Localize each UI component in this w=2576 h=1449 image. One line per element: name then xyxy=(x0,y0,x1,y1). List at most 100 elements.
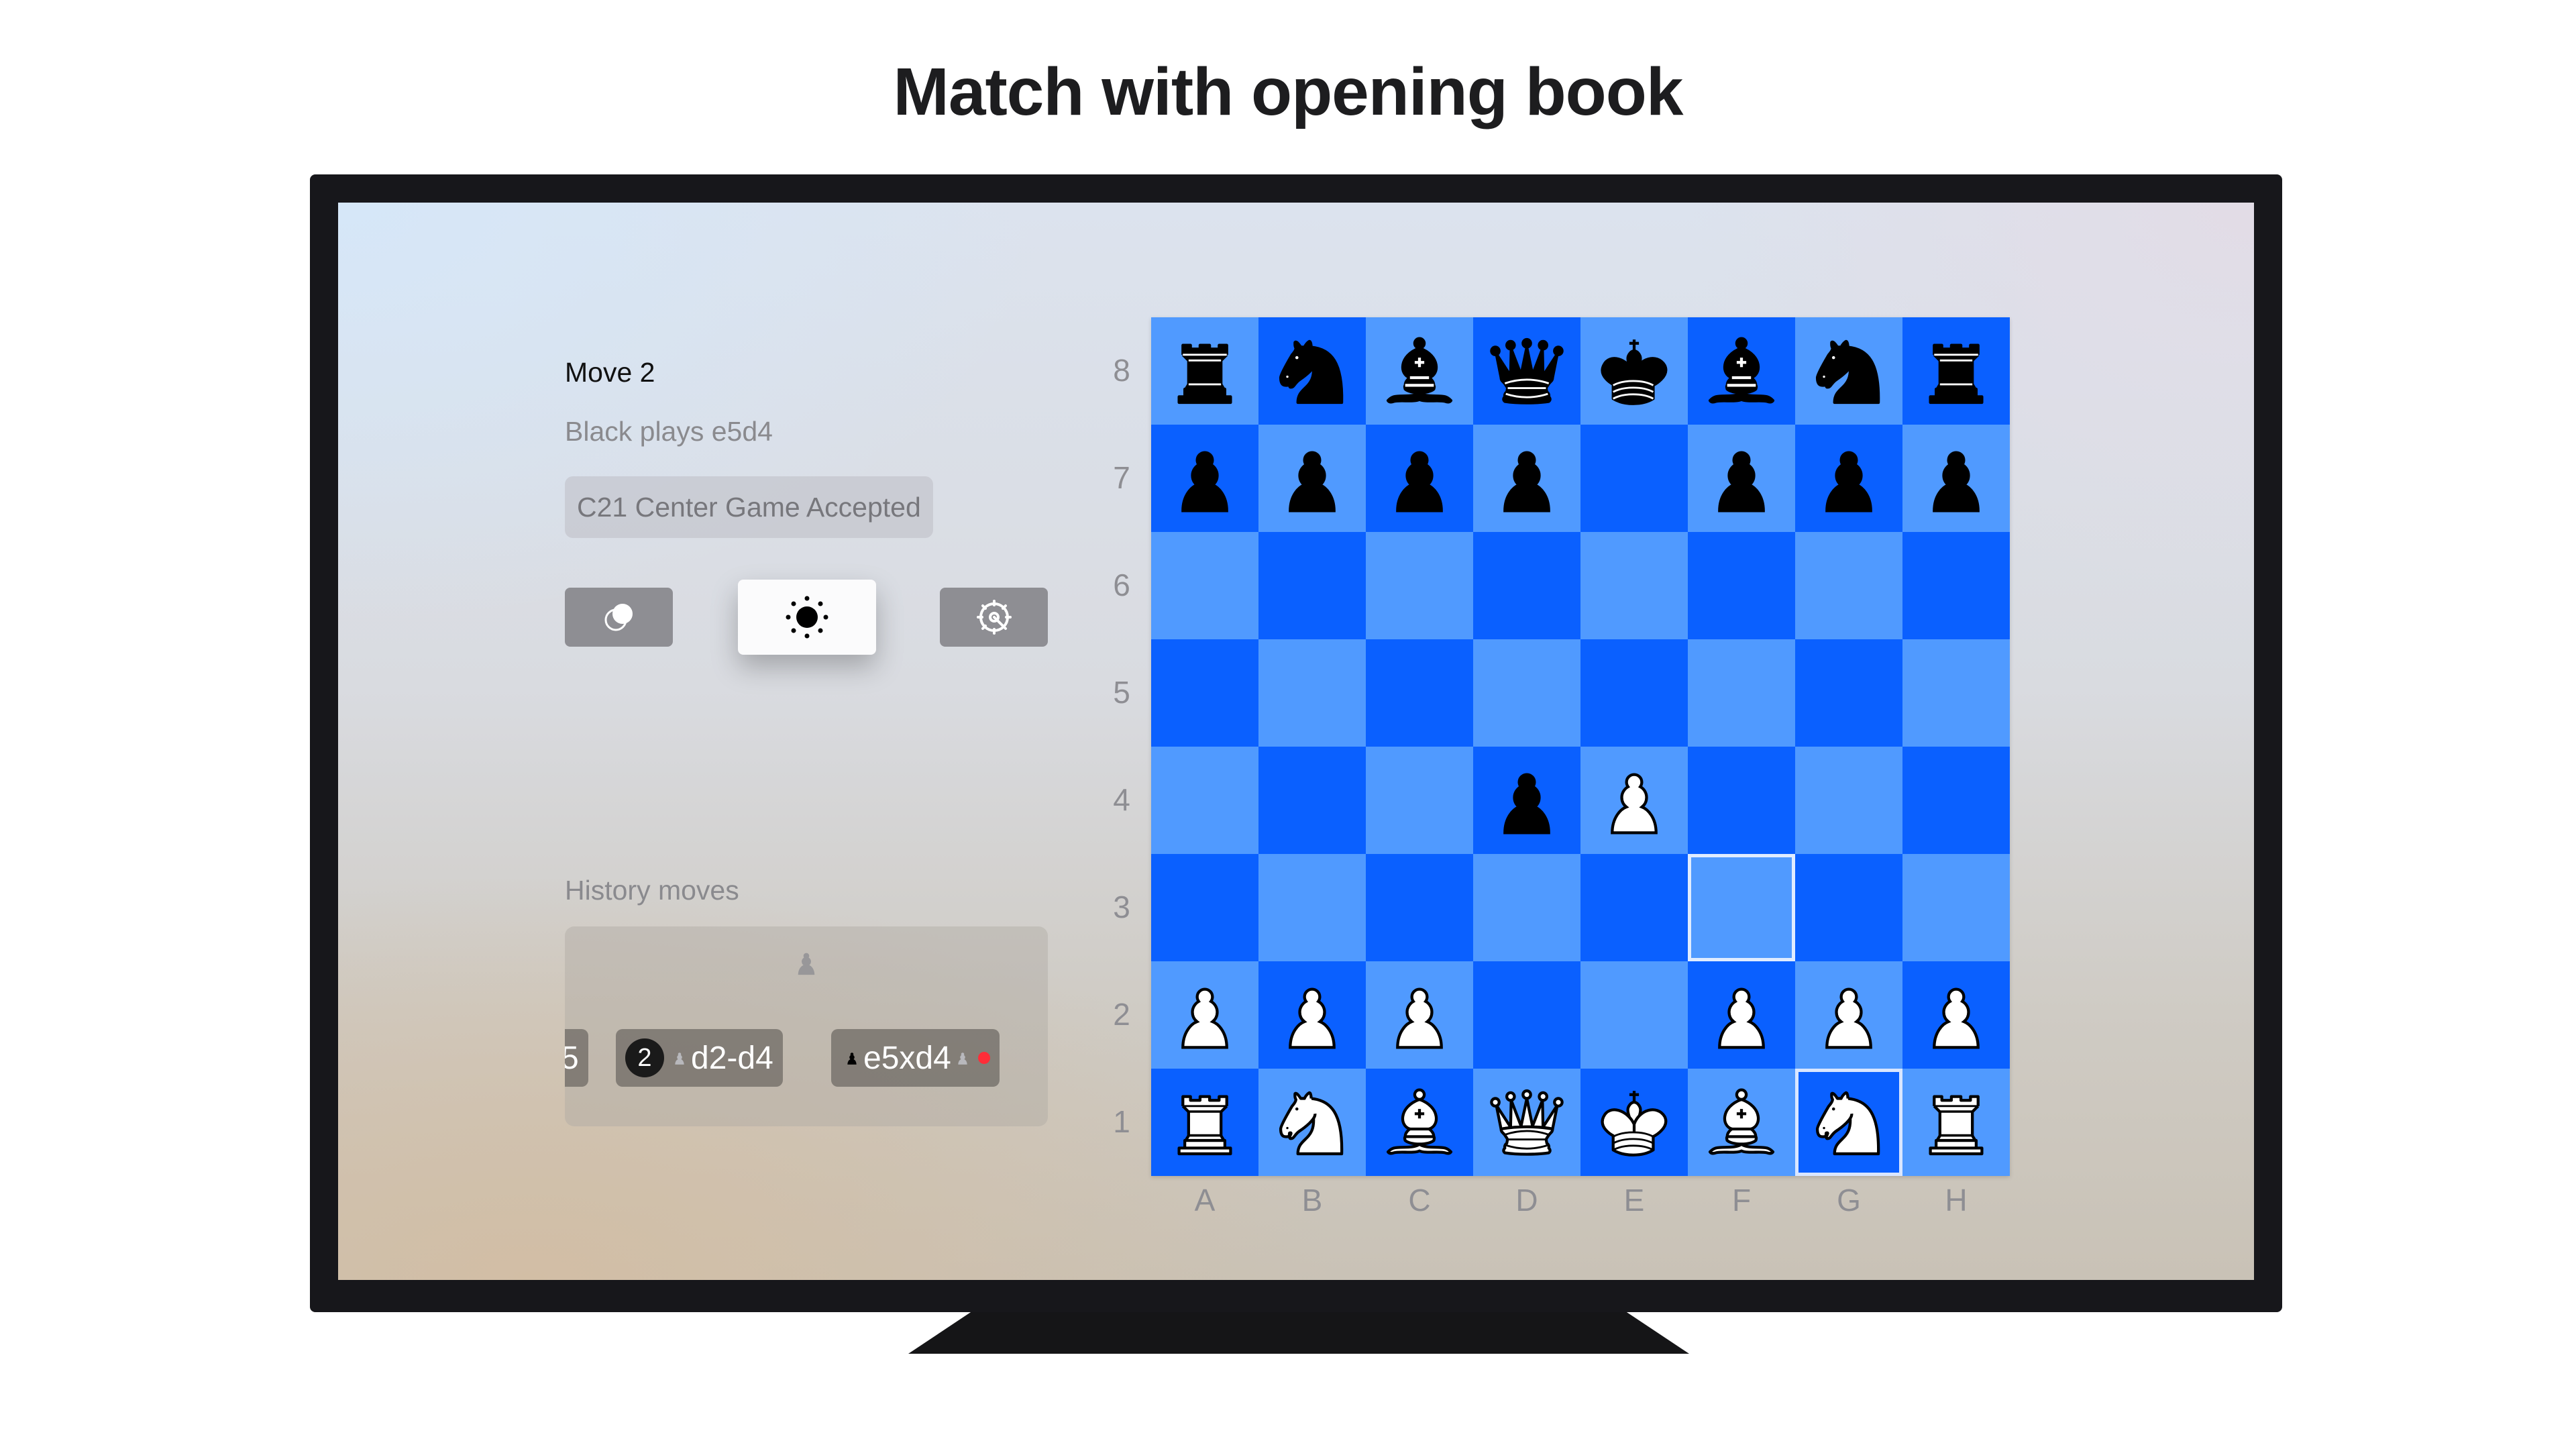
square-d1[interactable] xyxy=(1473,1069,1580,1176)
square-b8[interactable] xyxy=(1258,317,1366,425)
captured-pawn-icon xyxy=(958,1053,967,1065)
rank-label: 2 xyxy=(1113,997,1130,1032)
square-f7[interactable] xyxy=(1688,425,1795,532)
white-rook-icon xyxy=(1929,1095,1984,1156)
square-g8[interactable] xyxy=(1795,317,1902,425)
square-f5[interactable] xyxy=(1688,639,1795,747)
black-pawn-icon xyxy=(1503,773,1550,835)
square-e4[interactable] xyxy=(1580,747,1688,854)
square-f4[interactable] xyxy=(1688,747,1795,854)
file-label: B xyxy=(1301,1183,1323,1218)
new-game-button[interactable] xyxy=(565,588,673,647)
white-bishop-icon xyxy=(1708,1088,1775,1155)
black-bishop-icon xyxy=(1386,337,1453,404)
square-h8[interactable] xyxy=(1902,317,2010,425)
square-h3[interactable] xyxy=(1902,854,2010,961)
square-a6[interactable] xyxy=(1151,532,1258,639)
move-description: Black plays e5d4 xyxy=(565,416,773,447)
square-d7[interactable] xyxy=(1473,425,1580,532)
history-item-partial[interactable]: 5 xyxy=(565,1029,588,1087)
square-b5[interactable] xyxy=(1258,639,1366,747)
square-a8[interactable] xyxy=(1151,317,1258,425)
square-g3[interactable] xyxy=(1795,854,1902,961)
white-pawn-icon xyxy=(1825,987,1872,1049)
white-pawn-icon xyxy=(1933,987,1980,1049)
black-bishop-icon xyxy=(1708,337,1775,404)
square-g4[interactable] xyxy=(1795,747,1902,854)
square-d4[interactable] xyxy=(1473,747,1580,854)
square-c5[interactable] xyxy=(1366,639,1473,747)
square-b7[interactable] xyxy=(1258,425,1366,532)
square-c2[interactable] xyxy=(1366,961,1473,1069)
square-h5[interactable] xyxy=(1902,639,2010,747)
opening-name-badge: C21 Center Game Accepted xyxy=(565,476,933,538)
square-d6[interactable] xyxy=(1473,532,1580,639)
tv-screen: Move 2 Black plays e5d4 C21 Center Game … xyxy=(338,203,2254,1280)
square-b6[interactable] xyxy=(1258,532,1366,639)
history-item-text: e5xd4 xyxy=(863,1040,951,1076)
square-b4[interactable] xyxy=(1258,747,1366,854)
square-c6[interactable] xyxy=(1366,532,1473,639)
square-b1[interactable] xyxy=(1258,1069,1366,1176)
square-f2[interactable] xyxy=(1688,961,1795,1069)
square-a2[interactable] xyxy=(1151,961,1258,1069)
new-game-icon xyxy=(604,604,633,631)
square-a1[interactable] xyxy=(1151,1069,1258,1176)
rank-label: 7 xyxy=(1113,460,1130,495)
history-item-e5xd4[interactable]: e5xd4 xyxy=(831,1029,1000,1087)
black-pawn-icon xyxy=(1503,451,1550,513)
settings-button[interactable] xyxy=(940,588,1048,647)
history-item-text: d2-d4 xyxy=(691,1040,773,1076)
square-h6[interactable] xyxy=(1902,532,2010,639)
square-e2[interactable] xyxy=(1580,961,1688,1069)
history-item-d2-d4[interactable]: 2 d2-d4 xyxy=(616,1029,783,1087)
square-d2[interactable] xyxy=(1473,961,1580,1069)
square-c7[interactable] xyxy=(1366,425,1473,532)
square-e8[interactable] xyxy=(1580,317,1688,425)
square-a3[interactable] xyxy=(1151,854,1258,961)
square-d8[interactable] xyxy=(1473,317,1580,425)
tv-frame: Move 2 Black plays e5d4 C21 Center Game … xyxy=(310,174,2282,1312)
square-f8[interactable] xyxy=(1688,317,1795,425)
square-g6[interactable] xyxy=(1795,532,1902,639)
history-moves-list[interactable]: 5 2 d2-d4 e5xd4 xyxy=(565,926,1048,1126)
square-c3[interactable] xyxy=(1366,854,1473,961)
black-pawn-icon xyxy=(1289,451,1336,513)
square-a5[interactable] xyxy=(1151,639,1258,747)
square-a4[interactable] xyxy=(1151,747,1258,854)
square-h4[interactable] xyxy=(1902,747,2010,854)
white-knight-icon xyxy=(1815,1091,1880,1156)
file-label: H xyxy=(1945,1183,1968,1218)
square-h2[interactable] xyxy=(1902,961,2010,1069)
square-c4[interactable] xyxy=(1366,747,1473,854)
square-f1[interactable] xyxy=(1688,1069,1795,1176)
square-e1[interactable] xyxy=(1580,1069,1688,1176)
square-c1[interactable] xyxy=(1366,1069,1473,1176)
file-label: G xyxy=(1837,1183,1861,1218)
square-d5[interactable] xyxy=(1473,639,1580,747)
square-b2[interactable] xyxy=(1258,961,1366,1069)
square-f6[interactable] xyxy=(1688,532,1795,639)
square-h1[interactable] xyxy=(1902,1069,2010,1176)
square-g1[interactable] xyxy=(1795,1069,1902,1176)
white-knight-icon xyxy=(1279,1091,1344,1156)
white-queen-icon xyxy=(1490,1089,1564,1156)
file-label: A xyxy=(1194,1183,1216,1218)
square-e6[interactable] xyxy=(1580,532,1688,639)
square-g5[interactable] xyxy=(1795,639,1902,747)
square-e3[interactable] xyxy=(1580,854,1688,961)
square-b3[interactable] xyxy=(1258,854,1366,961)
square-d3[interactable] xyxy=(1473,854,1580,961)
square-e5[interactable] xyxy=(1580,639,1688,747)
brightness-button[interactable] xyxy=(738,580,876,655)
square-h7[interactable] xyxy=(1902,425,2010,532)
square-g7[interactable] xyxy=(1795,425,1902,532)
square-g2[interactable] xyxy=(1795,961,1902,1069)
square-e7[interactable] xyxy=(1580,425,1688,532)
square-f3[interactable] xyxy=(1688,854,1795,961)
move-number-badge: 2 xyxy=(625,1038,664,1077)
square-c8[interactable] xyxy=(1366,317,1473,425)
black-pawn-icon xyxy=(1396,451,1443,513)
chess-board[interactable] xyxy=(1151,317,2010,1176)
square-a7[interactable] xyxy=(1151,425,1258,532)
